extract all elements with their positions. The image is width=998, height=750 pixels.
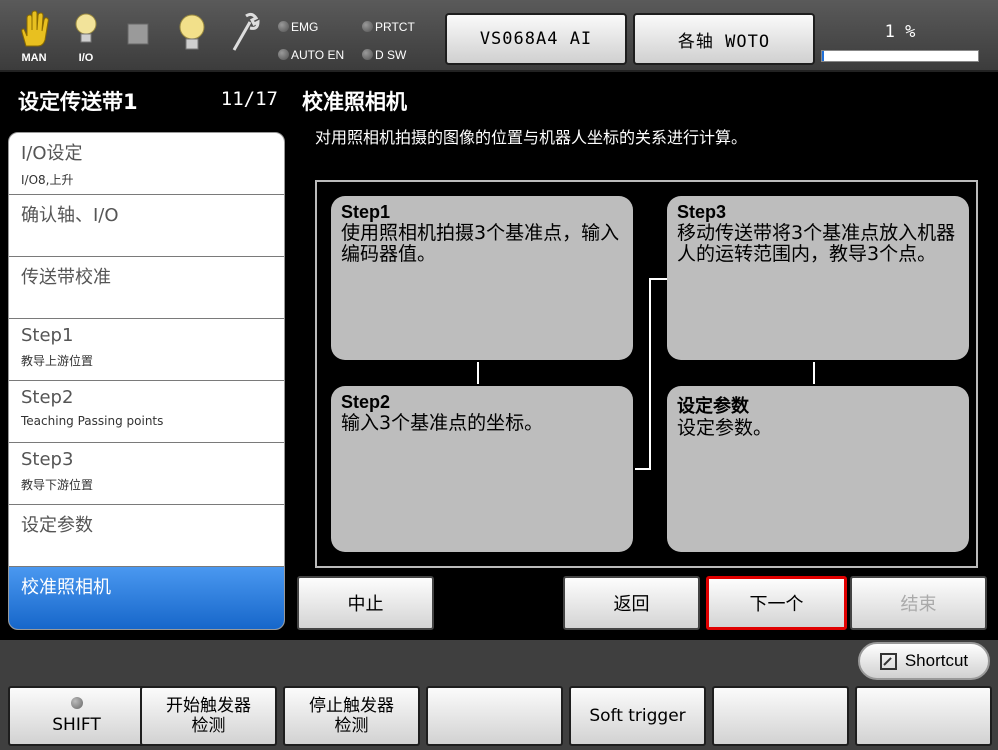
robot-model-button[interactable]: VS068A4 AI [445,13,627,65]
io-bulb-icon[interactable]: I/O [66,10,106,64]
lamp-emg: EMG [278,20,318,34]
step3-heading: Step3 [677,202,727,222]
connector-step3-params [813,362,815,384]
flow-diagram: Step1 使用照相机拍摄3个基准点，输入编码器值。 Step2 输入3个基准点… [315,180,978,568]
speed-bar-fill [822,51,824,61]
stop-trigger-detection-button[interactable]: 停止触发器 检测 [283,686,420,746]
connector-step2-out [635,468,649,470]
sidebar-title: 设定传送带1 [18,90,138,114]
status-bar: MAN I/O EMG PRTCT AUTO EN D SW VS068A4 A… [0,0,998,72]
step-counter: 11/17 [220,88,278,110]
step1-heading: Step1 [341,202,391,222]
step2-text: 输入3个基准点的坐标。 [341,412,544,434]
stop-icon[interactable] [120,10,160,64]
parameters-text: 设定参数。 [677,417,773,439]
sidebar-item-sub: Teaching Passing points [21,414,164,428]
sidebar-item-label: 校准照相机 [21,577,111,598]
speed-bar[interactable] [821,50,979,62]
function-key-bar: Shortcut SHIFT 开始触发器 检测 停止触发器 检测 Soft tr… [0,640,998,750]
io-label: I/O [78,52,94,64]
sidebar-item-sub: 教导下游位置 [21,478,94,492]
connector-step3-in [649,278,667,280]
start-trigger-detection-button[interactable]: 开始触发器 检测 [140,686,277,746]
sidebar-item-step1[interactable]: Step1 教导上游位置 [9,319,284,381]
sidebar-item-conveyor-calibration[interactable]: 传送带校准 [9,257,284,319]
next-button[interactable]: 下一个 [706,576,847,630]
connector-step1-step2 [477,362,479,384]
connector-vertical [649,278,651,470]
shortcut-label: Shortcut [904,651,969,670]
step1-box: Step1 使用照相机拍摄3个基准点，输入编码器值。 [331,196,633,360]
page-description: 对用照相机拍摄的图像的位置与机器人坐标的关系进行计算。 [315,128,748,147]
main-panel: 校准照相机 对用照相机拍摄的图像的位置与机器人坐标的关系进行计算。 Step1 … [290,74,998,640]
shift-label: SHIFT [52,715,101,735]
sidebar-item-step2[interactable]: Step2 Teaching Passing points [9,381,284,443]
sidebar-item-label: 传送带校准 [21,267,111,288]
lamp-d-sw: D SW [362,48,406,62]
sidebar-item-label: Step2 [21,387,74,408]
sidebar-item-io-settings[interactable]: I/O设定 I/O8,上升 [9,133,284,195]
page-title: 校准照相机 [302,90,407,114]
step3-box: Step3 移动传送带将3个基准点放入机器人的运转范围内，教导3个点。 [667,196,969,360]
function-key-7[interactable] [855,686,992,746]
speed-value[interactable]: 1 % [825,22,975,42]
sidebar-item-confirm-axis[interactable]: 确认轴、I/O [9,195,284,257]
manual-mode-icon[interactable]: MAN [14,10,54,64]
lamp-auto-en: AUTO EN [278,48,344,62]
function-key-6[interactable] [712,686,849,746]
sidebar-item-label: Step1 [21,325,74,346]
light-bulb-icon[interactable] [172,10,212,64]
mode-label: MAN [21,52,47,64]
shift-button[interactable]: SHIFT [8,686,145,746]
sidebar-item-sub: 教导上游位置 [21,354,94,368]
stop-button[interactable]: 中止 [297,576,434,630]
back-button[interactable]: 返回 [563,576,700,630]
sidebar-item-label: I/O设定 [21,143,83,164]
finish-button[interactable]: 结束 [850,576,987,630]
function-key-4[interactable] [426,686,563,746]
sidebar-item-set-parameters[interactable]: 设定参数 [9,505,284,567]
wrench-icon[interactable] [224,10,264,64]
lamp-prtct: PRTCT [362,20,415,34]
step-list: I/O设定 I/O8,上升 确认轴、I/O 传送带校准 Step1 教导上游位置… [8,132,285,630]
wizard-sidebar: 设定传送带1 11/17 I/O设定 I/O8,上升 确认轴、I/O 传送带校准… [0,74,290,640]
sidebar-item-step3[interactable]: Step3 教导下游位置 [9,443,284,505]
soft-trigger-button[interactable]: Soft trigger [569,686,706,746]
shortcut-button[interactable]: Shortcut [858,642,990,680]
step2-heading: Step2 [341,392,391,412]
set-parameters-box: 设定参数 设定参数。 [667,386,969,552]
step3-text: 移动传送带将3个基准点放入机器人的运转范围内，教导3个点。 [677,222,956,265]
axis-mode-button[interactable]: 各轴 WOTO [633,13,815,65]
sidebar-item-label: 设定参数 [21,515,93,536]
parameters-heading: 设定参数 [677,396,749,416]
sidebar-item-label: Step3 [21,449,74,470]
shortcut-arrow-icon [879,652,897,670]
step2-box: Step2 输入3个基准点的坐标。 [331,386,633,552]
shift-indicator-icon [70,697,83,709]
sidebar-item-sub: I/O8,上升 [21,173,74,187]
step1-text: 使用照相机拍摄3个基准点，输入编码器值。 [341,222,620,265]
sidebar-item-calibrate-camera[interactable]: 校准照相机 [9,567,284,629]
sidebar-item-label: 确认轴、I/O [21,205,119,226]
